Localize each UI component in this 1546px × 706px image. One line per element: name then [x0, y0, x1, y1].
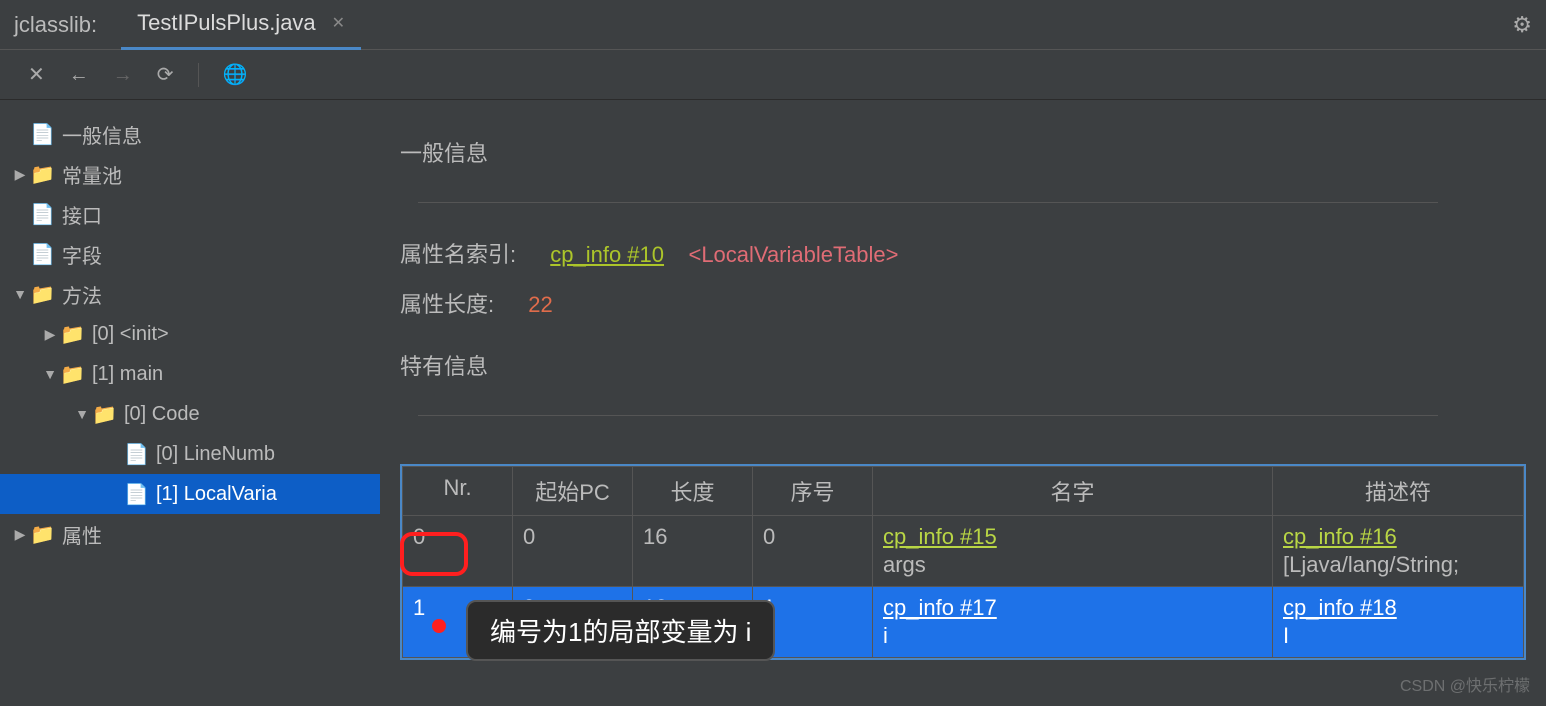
- tree-item[interactable]: ▶📁 常量池: [0, 154, 380, 194]
- column-header[interactable]: Nr.: [403, 467, 513, 516]
- sidebar: ▶📄一般信息▶📁常量池▶📄接口▶📄字段▼📁方法▶📁[0] <init>▼📁[1]…: [0, 100, 380, 706]
- folder-icon: 📁: [30, 282, 54, 307]
- tree-item[interactable]: ▶📄一般信息: [0, 114, 380, 154]
- chevron-down-icon[interactable]: ▼: [40, 366, 60, 382]
- close-icon[interactable]: ✕: [28, 65, 45, 85]
- cell: 16: [633, 516, 753, 587]
- rule: [418, 415, 1438, 416]
- toolbar: ✕ ← → ⟳ 🌐: [0, 50, 1546, 100]
- cell-desc: cp_info #16 [Ljava/lang/String;: [1273, 516, 1524, 587]
- section-title-general: 一般信息: [400, 136, 488, 168]
- tree-label: 接口: [62, 200, 102, 229]
- app-title: jclasslib:: [14, 12, 97, 38]
- file-icon: 📄: [30, 242, 54, 267]
- tree-label: [0] <init>: [92, 323, 169, 346]
- chevron-down-icon[interactable]: ▼: [10, 286, 30, 302]
- tree-item[interactable]: ▶📄接口: [0, 194, 380, 234]
- callout-dot: [432, 619, 446, 633]
- highlight-box: [400, 532, 468, 576]
- chevron-right-icon[interactable]: ▶: [40, 326, 60, 343]
- tree-item[interactable]: ▶📄[0] LineNumb: [0, 434, 380, 474]
- folder-icon: 📁: [92, 402, 116, 427]
- watermark: CSDN @快乐柠檬: [1400, 672, 1530, 696]
- file-icon: 📄: [30, 202, 54, 227]
- folder-icon: 📁: [30, 522, 54, 547]
- tree-item[interactable]: ▶📁 属性: [0, 514, 380, 554]
- tree-label: [0] Code: [124, 403, 200, 426]
- cell-name: cp_info #15 args: [873, 516, 1273, 587]
- forward-icon: →: [113, 65, 133, 85]
- cell-desc: cp_info #18 I: [1273, 587, 1524, 658]
- close-icon[interactable]: ✕: [332, 13, 345, 33]
- tree-label: 常量池: [62, 160, 122, 189]
- folder-icon: 📁: [60, 322, 84, 347]
- cp-link[interactable]: cp_info #17: [883, 595, 997, 620]
- globe-icon[interactable]: 🌐: [223, 65, 248, 85]
- chevron-down-icon[interactable]: ▼: [72, 406, 92, 422]
- tree-item[interactable]: ▼📁 [0] Code: [0, 394, 380, 434]
- tree-label: [1] LocalVaria: [156, 483, 277, 506]
- tree-item[interactable]: ▶📁 [0] <init>: [0, 314, 380, 354]
- tree-item[interactable]: ▼📁 [1] main: [0, 354, 380, 394]
- titlebar: jclasslib: TestIPulsPlus.java ✕ ⚙: [0, 0, 1546, 50]
- callout: 编号为1的局部变量为 i: [466, 600, 775, 661]
- cell-sub: [Ljava/lang/String;: [1283, 552, 1513, 578]
- cell-name: cp_info #17 i: [873, 587, 1273, 658]
- file-icon: 📄: [124, 482, 148, 507]
- folder-icon: 📁: [30, 162, 54, 187]
- column-header[interactable]: 描述符: [1273, 467, 1524, 516]
- cell-sub: args: [883, 552, 1262, 578]
- rule: [418, 202, 1438, 203]
- divider: [198, 63, 199, 87]
- tree-label: [1] main: [92, 363, 163, 386]
- attr-name-link[interactable]: cp_info #10: [550, 242, 664, 267]
- attr-len-label: 属性长度:: [400, 292, 494, 317]
- attr-len-value: 22: [528, 292, 552, 317]
- column-header[interactable]: 起始PC: [513, 467, 633, 516]
- tree-item[interactable]: ▼📁 方法: [0, 274, 380, 314]
- tree-label: 字段: [62, 240, 102, 269]
- back-icon[interactable]: ←: [69, 65, 89, 85]
- cp-link[interactable]: cp_info #15: [883, 524, 997, 549]
- column-header[interactable]: 序号: [753, 467, 873, 516]
- table-row[interactable]: 00160cp_info #15argscp_info #16[Ljava/la…: [403, 516, 1524, 587]
- cell-sub: I: [1283, 623, 1513, 649]
- tree-label: 一般信息: [62, 120, 142, 149]
- section-title-specific: 特有信息: [400, 349, 488, 381]
- cp-link[interactable]: cp_info #18: [1283, 595, 1397, 620]
- attr-name-label: 属性名索引:: [400, 242, 516, 267]
- file-icon: 📄: [30, 122, 54, 147]
- chevron-right-icon[interactable]: ▶: [10, 166, 30, 183]
- tree-label: [0] LineNumb: [156, 443, 275, 466]
- chevron-right-icon[interactable]: ▶: [10, 526, 30, 543]
- gear-icon[interactable]: ⚙: [1512, 12, 1532, 38]
- cell-sub: i: [883, 623, 1262, 649]
- attr-name-row: 属性名索引: cp_info #10 <LocalVariableTable>: [400, 237, 1526, 269]
- tab-label: TestIPulsPlus.java: [137, 10, 316, 36]
- column-header[interactable]: 长度: [633, 467, 753, 516]
- column-header[interactable]: 名字: [873, 467, 1273, 516]
- tree-label: 方法: [62, 280, 102, 309]
- tree-label: 属性: [62, 520, 102, 549]
- cell: 0: [753, 516, 873, 587]
- tab-file[interactable]: TestIPulsPlus.java ✕: [121, 0, 361, 50]
- tree-item[interactable]: ▶📄字段: [0, 234, 380, 274]
- attr-name-value: <LocalVariableTable>: [688, 242, 898, 267]
- tree-item[interactable]: ▶📄[1] LocalVaria: [0, 474, 380, 514]
- cell: 0: [513, 516, 633, 587]
- file-icon: 📄: [124, 442, 148, 467]
- attr-len-row: 属性长度: 22: [400, 287, 1526, 319]
- refresh-icon[interactable]: ⟳: [157, 65, 174, 85]
- folder-icon: 📁: [60, 362, 84, 387]
- cp-link[interactable]: cp_info #16: [1283, 524, 1397, 549]
